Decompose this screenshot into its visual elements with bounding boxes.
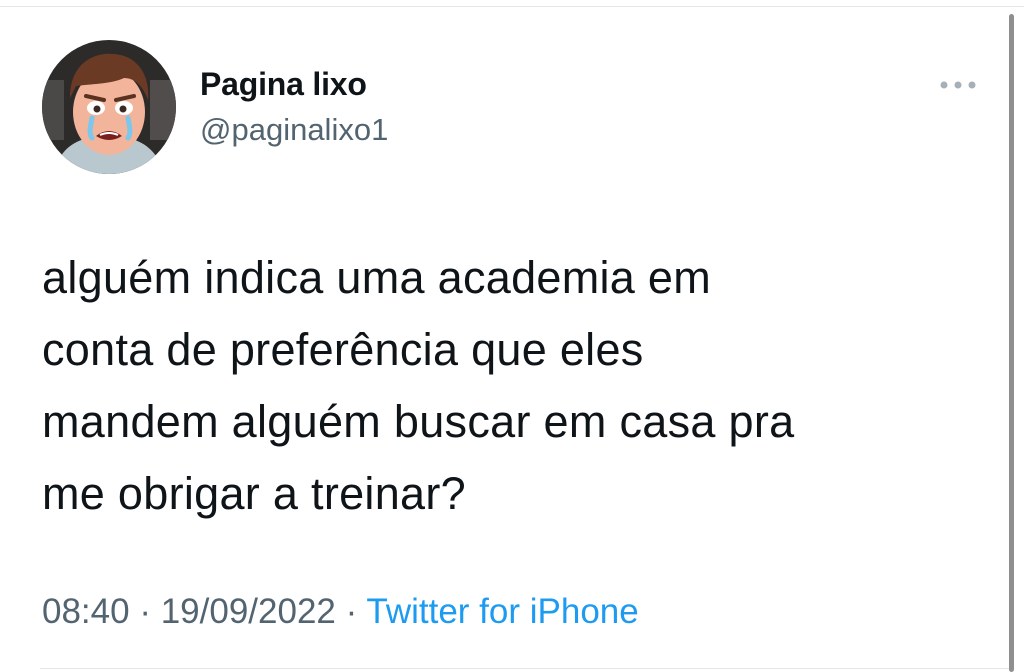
tweet-source-link[interactable]: Twitter for iPhone [366, 592, 638, 631]
tweet-time[interactable]: 08:40 [42, 592, 130, 631]
bottom-divider [40, 668, 1010, 669]
avatar-illustration [42, 40, 176, 174]
tweet-text-line: mandem alguém buscar em casa pra [42, 396, 795, 447]
tweet-meta: 08:40 · 19/09/2022 · Twitter for iPhone [42, 592, 639, 632]
tweet-text-line: alguém indica uma academia em [42, 252, 712, 303]
more-options-button[interactable] [938, 76, 978, 94]
tweet-date[interactable]: 19/09/2022 [161, 592, 336, 631]
avatar[interactable] [42, 40, 176, 174]
user-handle[interactable]: @paginalixo1 [200, 112, 388, 148]
display-name[interactable]: Pagina lixo [200, 66, 367, 103]
meta-separator: · [345, 592, 358, 631]
tweet-text-line: me obrigar a treinar? [42, 468, 466, 519]
tweet-text: alguém indica uma academia em conta de p… [42, 242, 972, 530]
top-divider [0, 6, 1024, 7]
more-options-icon [940, 81, 976, 89]
tweet-text-line: conta de preferência que eles [42, 324, 644, 375]
meta-separator: · [139, 592, 151, 631]
scrollbar[interactable] [1009, 14, 1014, 672]
